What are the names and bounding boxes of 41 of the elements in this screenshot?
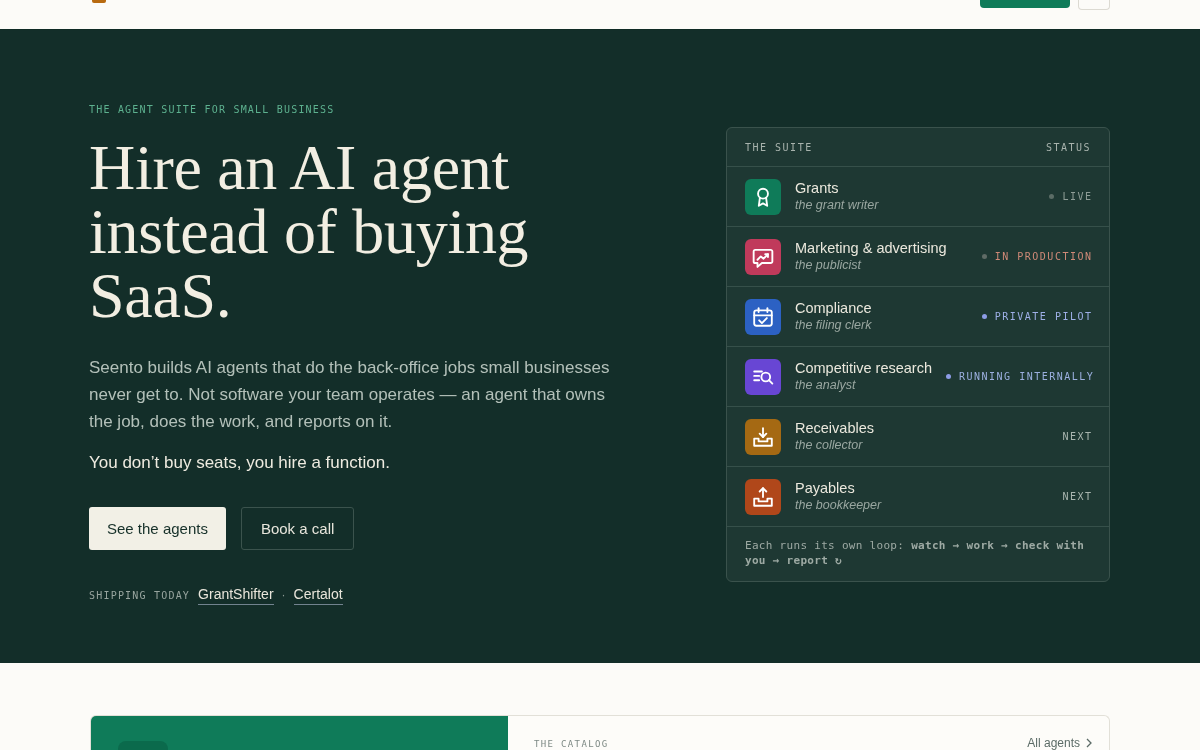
status-dot-icon [981, 254, 987, 259]
status-label: LIVE [1062, 191, 1093, 202]
agent-role: the grant writer [795, 197, 879, 214]
chevron-icon [1086, 738, 1092, 748]
all-agents-link[interactable]: All agents [1027, 736, 1092, 750]
eyebrow-text: THE AGENT SUITE FOR SMALL BUSINESS [89, 103, 336, 117]
menu-button[interactable] [1078, 0, 1110, 10]
agent-name: Compliance [795, 299, 872, 317]
status-dot-icon [981, 314, 987, 319]
status-label: IN PRODUCTION [994, 251, 1093, 262]
tagline: You don’t buy seats, you hire a function. [89, 452, 391, 474]
agent-role: the collector [795, 437, 863, 454]
status-label: NEXT [1062, 431, 1093, 442]
column-heading: STATUS [1045, 141, 1091, 153]
agent-name: Grants [795, 179, 839, 197]
agent-role: the bookkeeper [795, 497, 882, 514]
agent-role: the filing clerk [795, 317, 872, 334]
product-link[interactable]: Certalot [293, 586, 343, 605]
column-heading: THE SUITE [745, 141, 813, 153]
status-dot-icon [1049, 194, 1055, 199]
primary-button[interactable]: See the agents [89, 507, 226, 550]
status-label: RUNNING INTERNALLY [959, 371, 1095, 382]
status-label: NEXT [1062, 491, 1093, 502]
agent-name: Receivables [795, 419, 874, 437]
agent-name: Competitive research [795, 359, 932, 377]
secondary-button[interactable]: Book a call [240, 507, 355, 550]
shipping-label: SHIPPING TODAY [89, 590, 191, 601]
agent-role: the analyst [795, 377, 856, 394]
status-label: PRIVATE PILOT [994, 311, 1093, 322]
intro-paragraph: Seento builds AI agents that do the back-office jobs small businesses never get to. Not software your team operates — an agent that owns the job, does the work, and reports on it. [89, 357, 611, 433]
separator-dot: · [281, 588, 286, 602]
agent-role: the publicist [795, 257, 861, 274]
status-dot-icon [946, 374, 951, 379]
headline: Hire an AI agent instead of buying SaaS. [89, 136, 530, 328]
loop-note: Each runs its own loop: watch → work → check with you → report ↻ [744, 538, 1086, 569]
agent-name: Marketing & advertising [795, 239, 947, 257]
agent-name: Payables [795, 479, 855, 497]
product-link[interactable]: GrantShifter [198, 586, 274, 605]
header-button[interactable] [980, 0, 1070, 8]
section-label: THE CATALOG [534, 738, 609, 750]
logo-icon[interactable] [92, 0, 106, 3]
